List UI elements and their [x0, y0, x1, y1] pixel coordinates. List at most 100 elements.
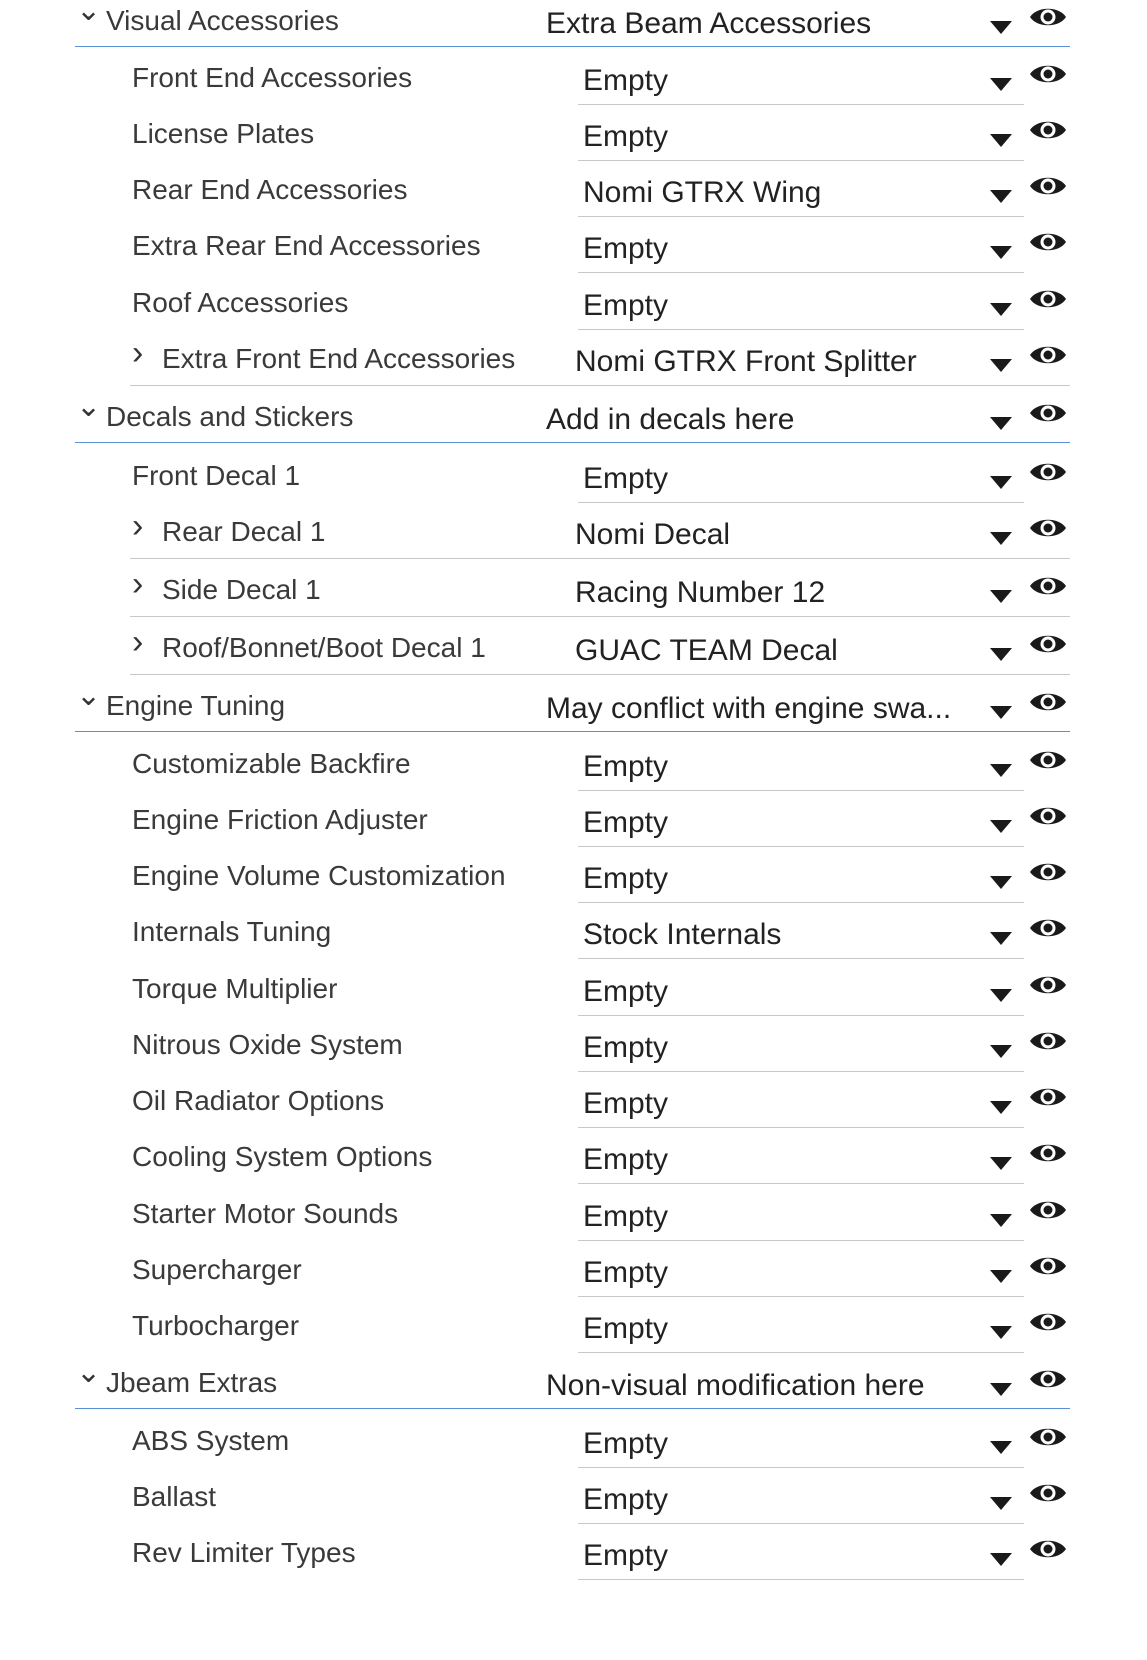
part-row: License Plates Empty — [0, 113, 1147, 169]
part-select-value[interactable]: Empty — [583, 119, 980, 155]
eye-icon[interactable] — [1028, 572, 1068, 600]
dropdown-arrow-icon[interactable] — [990, 1553, 1012, 1566]
dropdown-arrow-icon[interactable] — [990, 21, 1012, 34]
part-select-value[interactable]: Empty — [583, 461, 980, 497]
dropdown-arrow-icon[interactable] — [990, 303, 1012, 316]
eye-icon[interactable] — [1028, 116, 1068, 144]
eye-icon[interactable] — [1028, 1423, 1068, 1451]
part-select-value[interactable]: Empty — [583, 1311, 980, 1347]
eye-icon[interactable] — [1028, 3, 1068, 31]
dropdown-arrow-icon[interactable] — [990, 1101, 1012, 1114]
eye-icon[interactable] — [1028, 1479, 1068, 1507]
dropdown-arrow-icon[interactable] — [990, 1045, 1012, 1058]
eye-icon[interactable] — [1028, 858, 1068, 886]
part-select-value[interactable]: Nomi Decal — [575, 517, 980, 553]
chevron-down-icon[interactable]: ⌄ — [76, 1356, 101, 1390]
eye-icon[interactable] — [1028, 1083, 1068, 1111]
dropdown-arrow-icon[interactable] — [990, 78, 1012, 91]
part-select-value[interactable]: Empty — [583, 1426, 980, 1462]
part-select-value[interactable]: GUAC TEAM Decal — [575, 633, 980, 669]
part-select-value[interactable]: Empty — [583, 1538, 980, 1574]
dropdown-arrow-icon[interactable] — [990, 359, 1012, 372]
part-select-value[interactable]: Nomi GTRX Wing — [583, 175, 980, 211]
part-select-value[interactable]: Empty — [583, 861, 980, 897]
chevron-down-icon[interactable]: ⌄ — [76, 679, 101, 713]
part-select-value[interactable]: Empty — [583, 1482, 980, 1518]
dropdown-arrow-icon[interactable] — [990, 764, 1012, 777]
dropdown-arrow-icon[interactable] — [990, 532, 1012, 545]
dropdown-arrow-icon[interactable] — [990, 706, 1012, 719]
eye-icon[interactable] — [1028, 1308, 1068, 1336]
dropdown-arrow-icon[interactable] — [990, 417, 1012, 430]
eye-icon[interactable] — [1028, 971, 1068, 999]
eye-icon[interactable] — [1028, 1196, 1068, 1224]
dropdown-arrow-icon[interactable] — [990, 190, 1012, 203]
part-select-value[interactable]: Stock Internals — [583, 917, 980, 953]
eye-icon[interactable] — [1028, 1139, 1068, 1167]
eye-icon[interactable] — [1028, 802, 1068, 830]
part-select-value[interactable]: Empty — [583, 288, 980, 324]
dropdown-arrow-icon[interactable] — [990, 1270, 1012, 1283]
part-label: Rear Decal 1 — [162, 516, 326, 547]
part-select-value[interactable]: Empty — [583, 805, 980, 841]
eye-icon[interactable] — [1028, 172, 1068, 200]
part-select-value[interactable]: Add in decals here — [546, 402, 980, 438]
select-underline — [578, 502, 1024, 503]
eye-icon[interactable] — [1028, 1027, 1068, 1055]
chevron-right-icon[interactable]: › — [132, 336, 143, 370]
dropdown-arrow-icon[interactable] — [990, 1441, 1012, 1454]
dropdown-arrow-icon[interactable] — [990, 820, 1012, 833]
part-select-value[interactable]: Empty — [583, 1086, 980, 1122]
part-select-value[interactable]: Empty — [583, 749, 980, 785]
eye-icon[interactable] — [1028, 630, 1068, 658]
category-label: Decals and Stickers — [106, 401, 354, 432]
chevron-right-icon[interactable]: › — [132, 509, 143, 543]
part-select-value[interactable]: Empty — [583, 63, 980, 99]
eye-icon[interactable] — [1028, 399, 1068, 427]
eye-icon[interactable] — [1028, 1365, 1068, 1393]
chevron-down-icon[interactable]: ⌄ — [76, 0, 101, 28]
part-select-value[interactable]: Empty — [583, 231, 980, 267]
eye-icon[interactable] — [1028, 746, 1068, 774]
eye-icon[interactable] — [1028, 688, 1068, 716]
part-select-value[interactable]: Non-visual modification here — [546, 1368, 980, 1404]
eye-icon[interactable] — [1028, 1252, 1068, 1280]
eye-icon[interactable] — [1028, 228, 1068, 256]
part-select-value[interactable]: Empty — [583, 1142, 980, 1178]
part-select-value[interactable]: Nomi GTRX Front Splitter — [575, 344, 980, 380]
dropdown-arrow-icon[interactable] — [990, 989, 1012, 1002]
dropdown-arrow-icon[interactable] — [990, 1214, 1012, 1227]
part-select-value[interactable]: Empty — [583, 1199, 980, 1235]
chevron-right-icon[interactable]: › — [132, 625, 143, 659]
eye-icon[interactable] — [1028, 60, 1068, 88]
part-label: ABS System — [132, 1425, 290, 1456]
dropdown-arrow-icon[interactable] — [990, 1157, 1012, 1170]
eye-icon[interactable] — [1028, 341, 1068, 369]
dropdown-arrow-icon[interactable] — [990, 590, 1012, 603]
chevron-right-icon[interactable]: › — [132, 567, 143, 601]
dropdown-arrow-icon[interactable] — [990, 1497, 1012, 1510]
dropdown-arrow-icon[interactable] — [990, 1326, 1012, 1339]
dropdown-arrow-icon[interactable] — [990, 1383, 1012, 1396]
dropdown-arrow-icon[interactable] — [990, 246, 1012, 259]
dropdown-arrow-icon[interactable] — [990, 648, 1012, 661]
chevron-down-icon[interactable]: ⌄ — [76, 390, 101, 424]
part-select-value[interactable]: Empty — [583, 1255, 980, 1291]
eye-icon[interactable] — [1028, 914, 1068, 942]
dropdown-arrow-icon[interactable] — [990, 876, 1012, 889]
eye-icon[interactable] — [1028, 458, 1068, 486]
dropdown-arrow-icon[interactable] — [990, 476, 1012, 489]
dropdown-arrow-icon[interactable] — [990, 134, 1012, 147]
category-label: Engine Tuning — [106, 690, 286, 721]
eye-icon[interactable] — [1028, 285, 1068, 313]
dropdown-arrow-icon[interactable] — [990, 932, 1012, 945]
part-row: › Rear Decal 1 Nomi Decal — [0, 509, 1147, 567]
part-select-value[interactable]: Extra Beam Accessories — [546, 6, 980, 42]
part-select-value[interactable]: Racing Number 12 — [575, 575, 980, 611]
part-select-value[interactable]: Empty — [583, 1030, 980, 1066]
eye-icon[interactable] — [1028, 514, 1068, 542]
part-select-value[interactable]: Empty — [583, 974, 980, 1010]
part-select-value[interactable]: May conflict with engine swa... — [546, 691, 980, 727]
eye-icon[interactable] — [1028, 1535, 1068, 1563]
part-label: Cooling System Options — [132, 1141, 433, 1172]
